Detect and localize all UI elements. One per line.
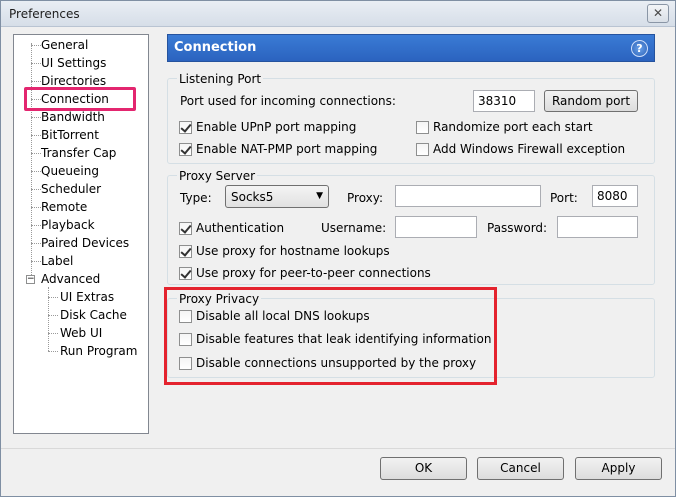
- privacy-highlight: [164, 287, 497, 385]
- tree-item-run-program[interactable]: Run Program: [60, 344, 137, 359]
- tree-item-bandwidth[interactable]: Bandwidth: [41, 110, 105, 125]
- port-label: Port used for incoming connections:: [180, 94, 396, 108]
- close-icon: ✕: [652, 6, 664, 20]
- button-bar: [1, 448, 675, 496]
- authentication-checkbox[interactable]: Authentication: [179, 220, 284, 236]
- apply-button[interactable]: Apply: [575, 457, 662, 480]
- random-port-button[interactable]: Random port: [544, 90, 638, 112]
- checkbox-checked-icon: [179, 244, 192, 258]
- password-label: Password:: [487, 221, 548, 235]
- tree-item-playback[interactable]: Playback: [41, 218, 95, 233]
- dropdown-arrow-icon: ▼: [316, 191, 323, 201]
- ok-button[interactable]: OK: [380, 457, 467, 480]
- tree-item-web-ui[interactable]: Web UI: [60, 326, 102, 341]
- p2p-proxy-checkbox[interactable]: Use proxy for peer-to-peer connections: [179, 265, 431, 281]
- checkbox-checked-icon: [179, 142, 192, 156]
- checkbox-unchecked-icon: [416, 120, 429, 134]
- collapse-advanced-icon[interactable]: −: [26, 275, 35, 284]
- tree-item-ui-settings[interactable]: UI Settings: [41, 56, 106, 71]
- listening-port-title: Listening Port: [177, 72, 264, 86]
- cancel-button[interactable]: Cancel: [477, 457, 564, 480]
- tree-item-remote[interactable]: Remote: [41, 200, 87, 215]
- checkbox-unchecked-icon: [416, 142, 429, 156]
- checkbox-checked-icon: [179, 120, 192, 134]
- proxy-port-input[interactable]: 8080: [592, 185, 638, 207]
- close-button[interactable]: ✕: [647, 4, 669, 23]
- tree-item-bittorrent[interactable]: BitTorrent: [41, 128, 99, 143]
- title-bar: Preferences ✕: [1, 1, 675, 27]
- connection-highlight: [24, 87, 136, 111]
- firewall-checkbox[interactable]: Add Windows Firewall exception: [416, 141, 625, 157]
- window-title: Preferences: [9, 7, 80, 21]
- section-title: Connection: [174, 40, 257, 55]
- port-input[interactable]: 38310: [473, 90, 535, 112]
- tree-item-paired-devices[interactable]: Paired Devices: [41, 236, 129, 251]
- password-input[interactable]: [557, 216, 638, 238]
- username-input[interactable]: [395, 216, 477, 238]
- randomize-port-checkbox[interactable]: Randomize port each start: [416, 119, 593, 135]
- username-label: Username:: [321, 221, 387, 235]
- preferences-window: Preferences ✕ General UI Settings Direct…: [0, 0, 676, 497]
- tree-item-advanced[interactable]: Advanced: [41, 272, 100, 287]
- proxy-label: Proxy:: [347, 191, 384, 205]
- type-label: Type:: [180, 191, 212, 205]
- proxy-server-title: Proxy Server: [177, 169, 258, 183]
- tree-item-queueing[interactable]: Queueing: [41, 164, 99, 179]
- natpmp-checkbox[interactable]: Enable NAT-PMP port mapping: [179, 141, 377, 157]
- tree-item-ui-extras[interactable]: UI Extras: [60, 290, 114, 305]
- checkbox-checked-icon: [179, 266, 192, 280]
- proxy-type-select[interactable]: Socks5 ▼: [225, 185, 329, 208]
- tree-item-label[interactable]: Label: [41, 254, 73, 269]
- tree-item-disk-cache[interactable]: Disk Cache: [60, 308, 127, 323]
- tree-item-general[interactable]: General: [41, 38, 88, 53]
- tree-item-transfer-cap[interactable]: Transfer Cap: [41, 146, 116, 161]
- proxy-port-label: Port:: [550, 191, 578, 205]
- help-icon[interactable]: ?: [631, 40, 648, 57]
- proxy-input[interactable]: [395, 185, 541, 207]
- checkbox-checked-icon: [179, 221, 192, 235]
- hostname-lookup-checkbox[interactable]: Use proxy for hostname lookups: [179, 243, 390, 259]
- tree-item-scheduler[interactable]: Scheduler: [41, 182, 101, 197]
- upnp-checkbox[interactable]: Enable UPnP port mapping: [179, 119, 356, 135]
- section-header: Connection ?: [167, 34, 655, 62]
